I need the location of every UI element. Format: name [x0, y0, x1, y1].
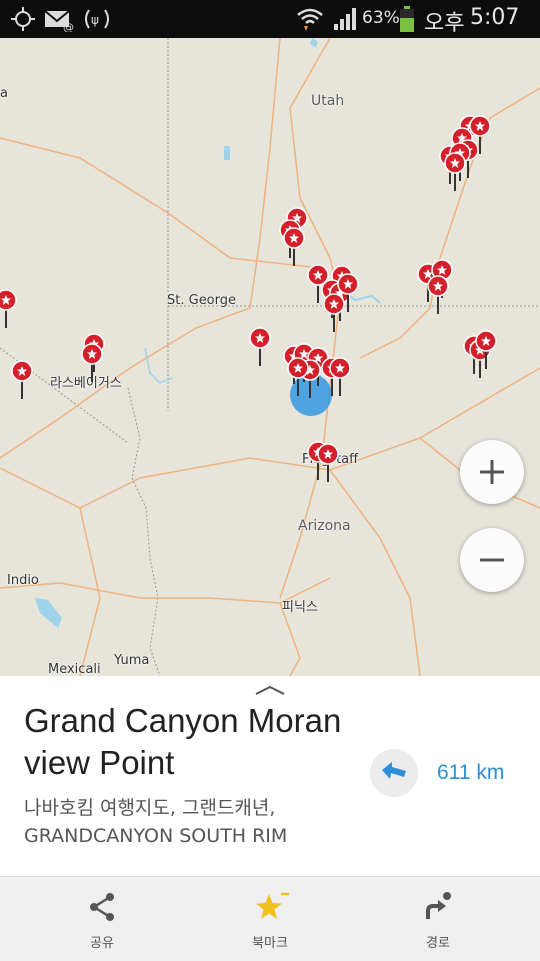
share-icon — [90, 893, 114, 921]
svg-text:@: @ — [63, 21, 74, 32]
zoom-out-button[interactable] — [460, 528, 524, 592]
battery-percent: 63% — [362, 8, 400, 28]
battery-fill — [400, 18, 414, 32]
place-title: Grand Canyon Moran view Point — [24, 702, 342, 781]
direction-arrow-icon — [382, 762, 406, 779]
status-bar: @ ψ 63% 오후 5:07 — [0, 0, 540, 38]
distance-value: 611 km — [437, 761, 505, 784]
plus-icon — [480, 460, 504, 484]
bookmark-marker[interactable] — [0, 289, 17, 328]
route-button[interactable]: 경로 — [378, 877, 498, 961]
bookmark-label: 북마크 — [252, 936, 288, 951]
svg-text:ψ: ψ — [91, 13, 99, 27]
minus-icon — [480, 558, 504, 562]
route-label: 경로 — [426, 936, 450, 951]
bookmark-marker[interactable] — [444, 152, 466, 191]
email-icon: @ — [44, 10, 74, 32]
clock: 5:07 — [470, 5, 520, 30]
direction-button[interactable] — [370, 749, 418, 797]
signal-icon — [334, 8, 356, 30]
bookmark-marker[interactable] — [81, 343, 103, 382]
tethering-icon: ψ — [85, 9, 109, 29]
gps-icon — [11, 7, 35, 31]
bookmark-marker[interactable] — [283, 227, 305, 266]
bookmark-marker[interactable] — [317, 443, 339, 482]
route-icon — [426, 892, 451, 919]
bookmark-marker-layer — [0, 115, 497, 482]
map-view[interactable]: Utah St. George 라스베이거스 Flagstaff Arizona… — [0, 38, 540, 676]
share-label: 공유 — [90, 936, 114, 951]
bookmark-marker[interactable] — [427, 275, 449, 314]
time-period: 오후 — [424, 11, 465, 36]
bottom-toolbar: 공유 북마크 경로 — [0, 876, 540, 961]
battery-icon — [400, 6, 414, 32]
share-button[interactable]: 공유 — [42, 877, 162, 961]
bookmark-button[interactable]: 북마크 — [210, 877, 330, 961]
place-subtitle: 나바호킴 여행지도, 그랜드캐년, GRANDCANYON SOUTH RIM — [24, 797, 288, 847]
star-icon — [256, 892, 289, 919]
bookmark-marker[interactable] — [11, 360, 33, 399]
wifi-icon — [297, 8, 323, 31]
bookmark-marker[interactable] — [249, 327, 271, 366]
chevron-up-icon[interactable] — [254, 684, 286, 696]
place-detail-panel[interactable]: Grand Canyon Moran view Point 나바호킴 여행지도,… — [0, 676, 540, 876]
zoom-in-button[interactable] — [460, 440, 524, 504]
